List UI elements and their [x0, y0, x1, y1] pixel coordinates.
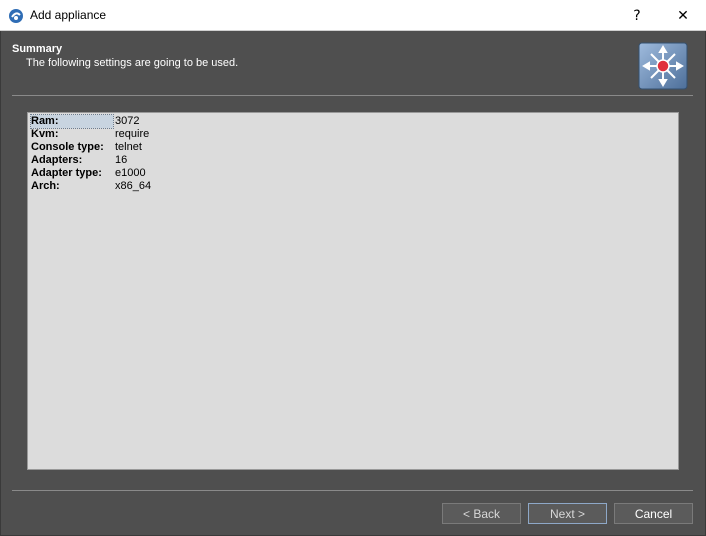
- summary-value: 3072: [115, 115, 140, 127]
- page-title: Summary: [12, 43, 63, 55]
- summary-value: require: [115, 128, 150, 140]
- summary-key: Adapters:: [31, 154, 83, 166]
- page-subtitle: The following settings are going to be u…: [26, 57, 239, 69]
- next-button[interactable]: Next >: [528, 503, 607, 524]
- summary-key: Arch:: [31, 180, 60, 192]
- summary-value: e1000: [115, 167, 146, 179]
- close-button[interactable]: ✕: [660, 0, 706, 31]
- switch-router-icon: [638, 42, 688, 90]
- summary-value: x86_64: [115, 180, 152, 192]
- summary-key: Console type:: [31, 141, 104, 153]
- summary-value: 16: [115, 154, 128, 166]
- title-bar: Add appliance ? ✕: [0, 0, 706, 31]
- cancel-button[interactable]: Cancel: [614, 503, 693, 524]
- summary-key: Kvm:: [31, 128, 59, 140]
- window-title: Add appliance: [30, 8, 107, 22]
- summary-panel[interactable]: Ram: 3072 Kvm: require Console type: tel…: [27, 112, 679, 470]
- back-button[interactable]: < Back: [442, 503, 521, 524]
- app-icon: [9, 9, 23, 23]
- summary-key: Ram:: [30, 114, 114, 129]
- summary-value: telnet: [115, 141, 142, 153]
- summary-key: Adapter type:: [31, 167, 102, 179]
- footer-separator: [12, 490, 693, 491]
- header-separator: [12, 95, 693, 96]
- help-button[interactable]: ?: [614, 0, 660, 31]
